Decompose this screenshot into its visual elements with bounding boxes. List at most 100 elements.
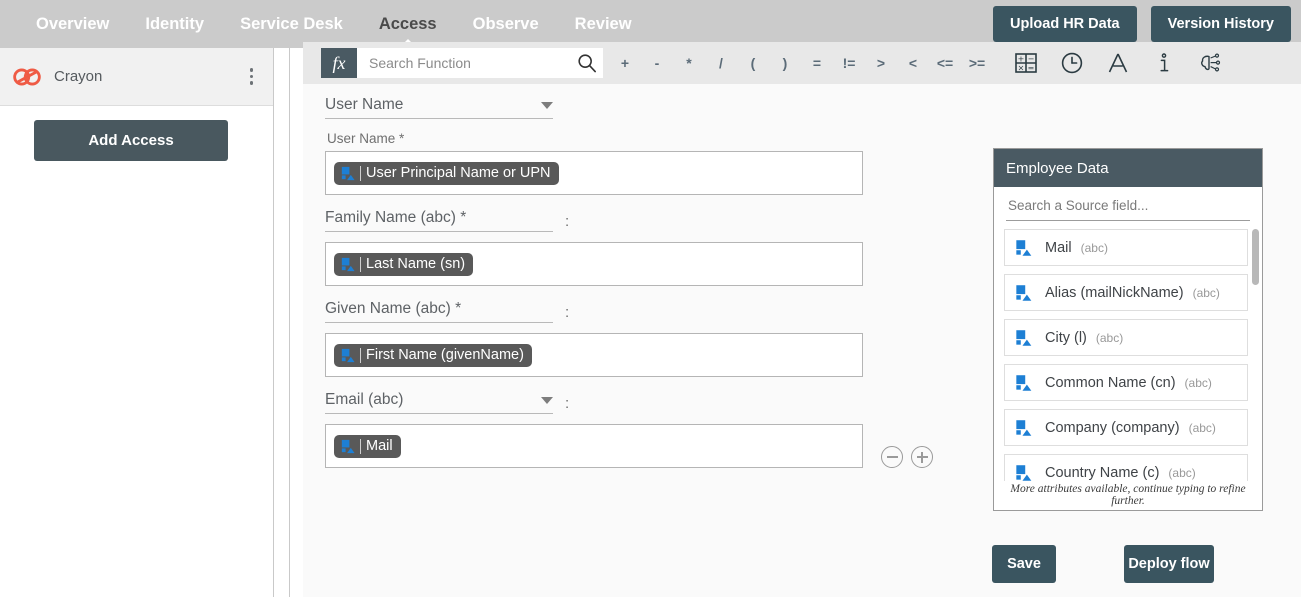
list-scrollbar-thumb[interactable] bbox=[1252, 229, 1259, 285]
list-item-type: (abc) bbox=[1192, 285, 1220, 300]
field-colon: : bbox=[565, 213, 570, 230]
nav-label: Observe bbox=[472, 15, 539, 33]
email-selector[interactable]: Email (abc) : bbox=[325, 391, 569, 414]
nav-item-identity[interactable]: Identity bbox=[127, 0, 222, 48]
nav-item-access[interactable]: Access bbox=[361, 0, 455, 48]
row-add-remove-controls bbox=[881, 446, 933, 468]
search-icon[interactable] bbox=[577, 53, 597, 73]
list-item-name: Alias (mailNickName) bbox=[1045, 284, 1184, 301]
svg-text:+: + bbox=[1018, 55, 1025, 64]
given-name-selector[interactable]: Given Name (abc) * : bbox=[325, 300, 569, 323]
ai-brain-icon[interactable] bbox=[1187, 46, 1233, 80]
list-item-type: (abc) bbox=[1080, 240, 1108, 255]
nav-label: Overview bbox=[36, 15, 110, 33]
operator-close-paren[interactable]: ) bbox=[769, 49, 801, 77]
svg-text:=: = bbox=[1028, 63, 1035, 72]
list-item[interactable]: Mail (abc) bbox=[1004, 229, 1248, 266]
attribute-field-icon bbox=[341, 439, 355, 453]
save-button[interactable]: Save bbox=[992, 545, 1056, 583]
svg-text:×: × bbox=[1018, 63, 1025, 72]
nav-item-review[interactable]: Review bbox=[557, 0, 650, 48]
nav-label: Access bbox=[378, 15, 437, 33]
text-icon[interactable] bbox=[1095, 46, 1141, 80]
top-selector-value: User Name bbox=[325, 96, 404, 113]
family-name-selector-value: Family Name (abc) * bbox=[325, 209, 467, 226]
chip-divider bbox=[360, 256, 361, 272]
operator-plus[interactable]: + bbox=[609, 49, 641, 77]
add-access-container: Add Access bbox=[0, 106, 273, 161]
attribute-field-icon bbox=[1016, 239, 1032, 256]
list-item-name: Company (company) bbox=[1045, 419, 1180, 436]
nav-label: Identity bbox=[145, 15, 205, 33]
clock-icon[interactable] bbox=[1049, 46, 1095, 80]
token-input-family-name[interactable]: Last Name (sn) bbox=[325, 242, 863, 286]
remove-row-button[interactable] bbox=[881, 446, 903, 468]
chip-divider bbox=[360, 165, 361, 181]
operator-less-equal[interactable]: <= bbox=[929, 49, 961, 77]
operator-list: + - * / ( ) = != > < <= >= bbox=[609, 49, 993, 77]
toolbar-icon-group: + − × = bbox=[1003, 46, 1233, 80]
chevron-down-icon[interactable] bbox=[541, 102, 553, 109]
token-input-given-name[interactable]: First Name (givenName) bbox=[325, 333, 863, 377]
list-item-type: (abc) bbox=[1188, 420, 1216, 435]
operator-not-equals[interactable]: != bbox=[833, 49, 865, 77]
source-field-search[interactable] bbox=[994, 187, 1262, 221]
crayon-logo-icon bbox=[13, 68, 41, 85]
list-item-name: Common Name (cn) bbox=[1045, 374, 1176, 391]
attribute-field-icon bbox=[1016, 374, 1032, 391]
list-item[interactable]: Common Name (cn) (abc) bbox=[1004, 364, 1248, 401]
top-field-selector[interactable]: User Name bbox=[325, 96, 553, 119]
source-field-search-input[interactable] bbox=[1006, 197, 1250, 221]
nav-item-overview[interactable]: Overview bbox=[18, 0, 127, 48]
upload-hr-data-button[interactable]: Upload HR Data bbox=[993, 6, 1137, 42]
field-label: User Name * bbox=[327, 131, 405, 146]
operator-greater-equal[interactable]: >= bbox=[961, 49, 993, 77]
operator-less-than[interactable]: < bbox=[897, 49, 929, 77]
add-access-button[interactable]: Add Access bbox=[34, 120, 228, 161]
org-name-label: Crayon bbox=[54, 68, 103, 85]
nav-item-service-desk[interactable]: Service Desk bbox=[222, 0, 361, 48]
token-chip[interactable]: Mail bbox=[334, 434, 401, 458]
operator-divide[interactable]: / bbox=[705, 49, 737, 77]
attribute-field-icon bbox=[341, 166, 355, 180]
add-row-button[interactable] bbox=[911, 446, 933, 468]
org-row-crayon[interactable]: Crayon bbox=[0, 48, 273, 106]
token-chip[interactable]: User Principal Name or UPN bbox=[334, 161, 559, 185]
info-icon[interactable] bbox=[1141, 46, 1187, 80]
operator-open-paren[interactable]: ( bbox=[737, 49, 769, 77]
chevron-down-icon[interactable] bbox=[541, 397, 553, 404]
left-sidebar: Crayon Add Access bbox=[0, 48, 274, 597]
operator-equals[interactable]: = bbox=[801, 49, 833, 77]
employee-data-panel: Employee Data Mail (abc) Alias bbox=[993, 148, 1263, 511]
employee-panel-title: Employee Data bbox=[994, 149, 1262, 187]
chip-label: User Principal Name or UPN bbox=[366, 165, 551, 181]
nav-item-observe[interactable]: Observe bbox=[455, 0, 557, 48]
attribute-field-icon bbox=[1016, 419, 1032, 436]
operator-greater-than[interactable]: > bbox=[865, 49, 897, 77]
given-name-selector-value: Given Name (abc) * bbox=[325, 300, 462, 317]
operator-multiply[interactable]: * bbox=[673, 49, 705, 77]
calculator-icon[interactable]: + − × = bbox=[1003, 46, 1049, 80]
list-item[interactable]: City (l) (abc) bbox=[1004, 319, 1248, 356]
token-chip[interactable]: Last Name (sn) bbox=[334, 252, 474, 276]
list-item-type: (abc) bbox=[1168, 465, 1196, 480]
field-colon: : bbox=[565, 304, 570, 321]
nav-label: Service Desk bbox=[240, 15, 343, 33]
fx-function-button[interactable]: fx bbox=[321, 48, 357, 78]
family-name-selector[interactable]: Family Name (abc) * : bbox=[325, 209, 569, 232]
token-input-email[interactable]: Mail bbox=[325, 424, 863, 468]
attribute-field-icon bbox=[1016, 464, 1032, 481]
version-history-button[interactable]: Version History bbox=[1150, 6, 1291, 42]
token-input-user-name[interactable]: User Principal Name or UPN bbox=[325, 151, 863, 195]
org-more-options-icon[interactable] bbox=[244, 64, 260, 89]
function-search-box[interactable] bbox=[357, 48, 603, 78]
list-item[interactable]: Company (company) (abc) bbox=[1004, 409, 1248, 446]
attribute-field-icon bbox=[341, 257, 355, 271]
nav-actions: Upload HR Data Version History bbox=[993, 0, 1291, 48]
list-item[interactable]: Alias (mailNickName) (abc) bbox=[1004, 274, 1248, 311]
operator-minus[interactable]: - bbox=[641, 49, 673, 77]
list-item-name: City (l) bbox=[1045, 329, 1087, 346]
search-function-input[interactable] bbox=[367, 54, 577, 72]
token-chip[interactable]: First Name (givenName) bbox=[334, 343, 532, 367]
deploy-flow-button[interactable]: Deploy flow bbox=[1124, 545, 1214, 583]
